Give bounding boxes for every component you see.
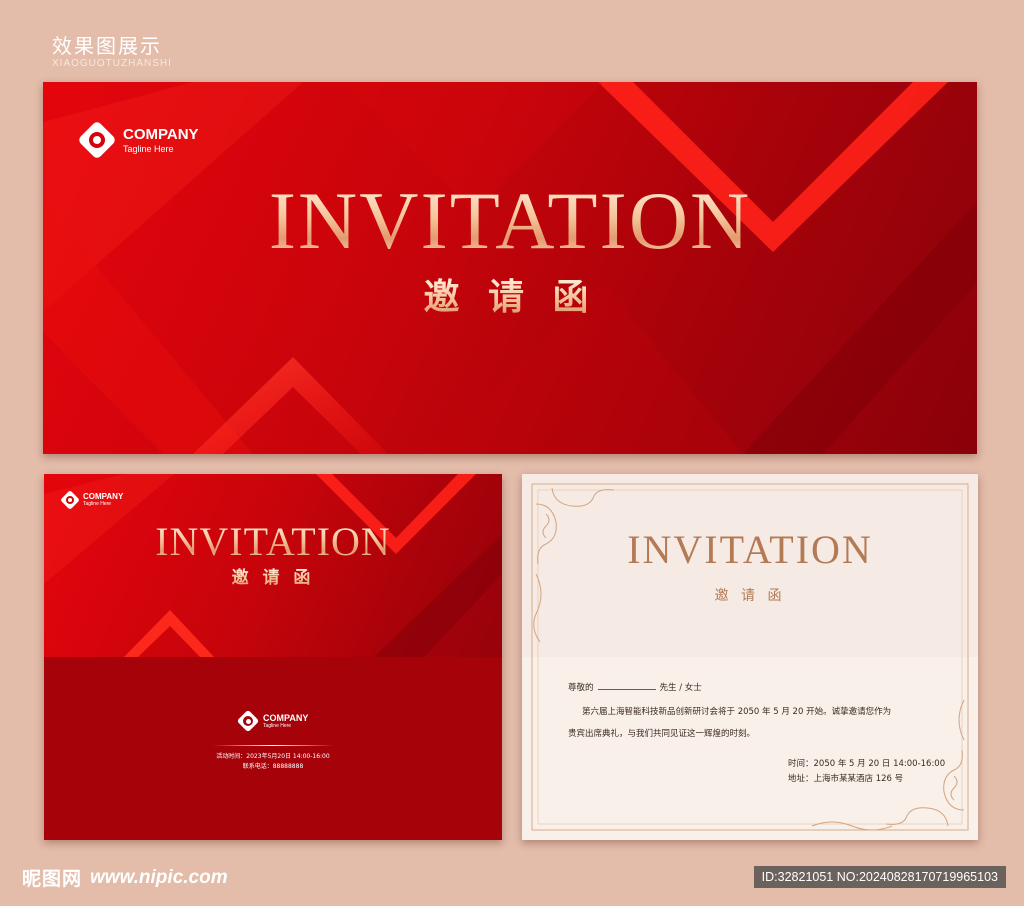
company-tagline: Tagline Here [123,143,174,154]
header-subtitle: XIAOGUOTUZHANSHI [52,58,172,69]
card-front-title-en: INVITATION [44,520,502,564]
banner-panel: COMPANY Tagline Here INVITATION 邀 请 函 [43,82,977,454]
divider-line [212,745,334,746]
inside-title-en: INVITATION [627,527,873,572]
banner-title-en: INVITATION [43,178,977,264]
company-name: COMPANY [263,712,309,723]
company-tagline: Tagline Here [83,501,112,507]
card-front-panel: COMPANY Tagline Here INVITATION 邀 请 函 CO… [44,474,502,840]
card-back-section: COMPANY Tagline Here 活动时间：2023年5月20日 14:… [44,657,502,840]
company-logo-icon [77,120,117,160]
site-watermark: 昵图网 www.nipic.com [22,864,228,891]
salutation-line: 尊敬的 先生 / 女士 [568,681,702,693]
event-time: 时间：2050 年 5 月 20 日 14:00-16:00 [788,759,946,769]
body-line-2: 贵宾出席典礼，与我们共同见证这一辉煌的时刻。 [568,729,756,739]
company-logo-icon [236,709,260,733]
contact-phone: 联系电话：88888888 [242,763,304,770]
salutation-suffix: 先生 / 女士 [659,683,702,693]
card-inside-panel: INVITATION 邀 请 函 尊敬的 先生 / 女士 第六届上海智能科技新品创… [522,474,978,840]
site-url: www.nipic.com [90,866,228,888]
card-back-logo: COMPANY Tagline Here [236,709,308,733]
salutation-prefix: 尊敬的 [568,683,594,693]
banner-title-cn: 邀 请 函 [43,277,977,317]
image-id-badge: ID:32821051 NO:20240828170719965103 [753,866,1006,888]
header-title: 效果图展示 [52,34,162,58]
event-time: 活动时间：2023年5月20日 14:00-16:00 [216,753,330,760]
company-logo-icon [60,490,80,510]
site-logo: 昵图网 [22,868,83,890]
event-address: 地址：上海市某某酒店 126 号 [788,774,904,784]
name-blank [597,681,656,690]
company-tagline: Tagline Here [263,722,292,729]
body-line-1: 第六届上海智能科技新品创新研讨会将于 2050 年 5 月 20 开始。诚挚邀请… [582,707,892,717]
company-name: COMPANY [123,125,199,143]
banner-logo: COMPANY Tagline Here [77,120,199,160]
card-front-logo: COMPANY Tagline Here [60,490,123,510]
company-name: COMPANY [83,492,124,501]
card-front-title-cn: 邀 请 函 [44,568,502,588]
inside-title-cn: 邀 请 函 [714,588,786,604]
